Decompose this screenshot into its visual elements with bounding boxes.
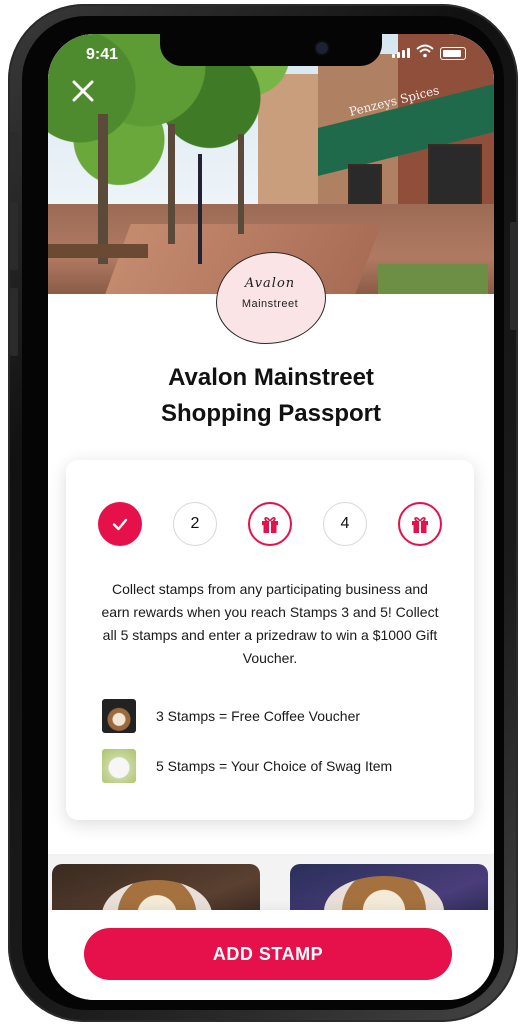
- bottom-action-bar: ADD STAMP: [48, 910, 494, 1000]
- volume-up-button: [10, 202, 18, 270]
- stamp-4-label: 4: [340, 515, 350, 532]
- stamp-5: [398, 502, 442, 546]
- logo-line-1: Avalon: [244, 276, 296, 291]
- front-camera: [316, 42, 328, 54]
- wifi-icon: [416, 44, 434, 58]
- mainstreet-logo: Avalon Mainstreet: [216, 252, 326, 344]
- close-icon[interactable]: [70, 78, 96, 104]
- check-icon: [112, 518, 128, 531]
- coffee-thumbnail: [102, 699, 136, 733]
- battery-icon: [440, 47, 466, 60]
- notch: [160, 34, 382, 66]
- app-screen: Penzeys Spices 9:41 Avalon Mainstreet Av…: [48, 34, 494, 1000]
- title-line-2: Shopping Passport: [160, 400, 381, 427]
- reward-text: 3 Stamps = Free Coffee Voucher: [156, 708, 361, 724]
- stamp-1: [98, 502, 142, 546]
- swag-thumbnail: [102, 749, 136, 783]
- stamp-4: 4: [323, 502, 367, 546]
- stamp-row: 2 4: [98, 502, 442, 548]
- reward-text: 5 Stamps = Your Choice of Swag Item: [156, 758, 393, 774]
- stamp-2-label: 2: [190, 515, 200, 532]
- passport-description: Collect stamps from any participating bu…: [101, 581, 439, 666]
- stamp-2: 2: [173, 502, 217, 546]
- logo-line-2: Mainstreet: [241, 298, 299, 310]
- add-stamp-button[interactable]: ADD STAMP: [84, 928, 452, 980]
- reward-item: 3 Stamps = Free Coffee Voucher: [102, 698, 442, 734]
- stamp-card: 2 4 Collect stamps from any participatin…: [66, 460, 474, 820]
- gift-icon: [412, 517, 428, 533]
- reward-item: 5 Stamps = Your Choice of Swag Item: [102, 748, 442, 784]
- business-carousel: [48, 854, 494, 934]
- gift-icon: [262, 517, 278, 533]
- volume-down-button: [10, 288, 18, 356]
- page-title: Avalon Mainstreet Shopping Passport: [48, 360, 494, 432]
- silent-switch: [10, 132, 18, 172]
- power-button: [510, 222, 518, 330]
- stamp-3: [248, 502, 292, 546]
- title-line-1: Avalon Mainstreet: [168, 364, 374, 391]
- cellular-signal-icon: [392, 48, 410, 58]
- status-time: 9:41: [86, 46, 119, 63]
